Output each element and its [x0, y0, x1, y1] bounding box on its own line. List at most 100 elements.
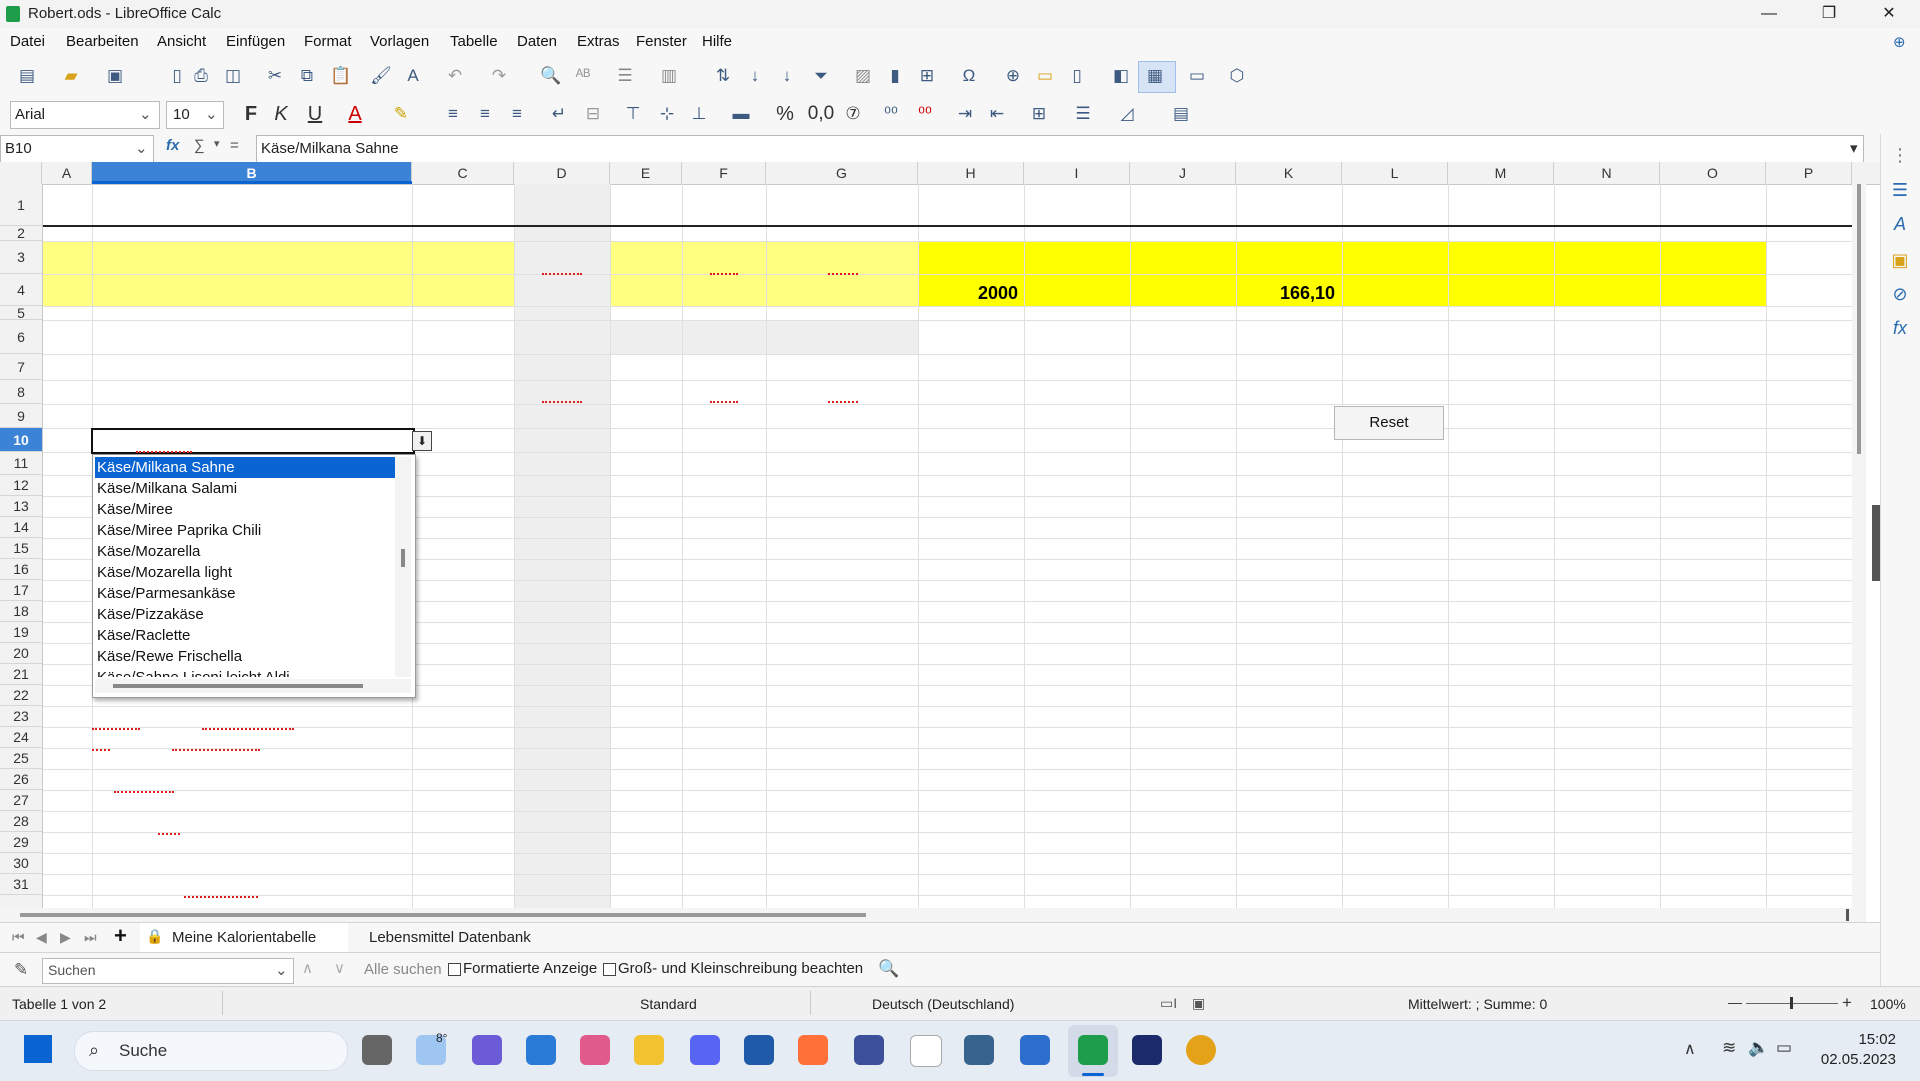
validity-dropdown-arrow-icon[interactable]: ⬇ — [412, 431, 432, 451]
find-input[interactable]: Suchen ⌄ — [42, 958, 294, 984]
clone-format-icon[interactable]: 🖌 — [370, 65, 392, 87]
menu-hilfe[interactable]: Hilfe — [702, 33, 732, 50]
column-header[interactable]: P — [1766, 162, 1852, 184]
clock-date[interactable]: 02.05.2023 — [1818, 1051, 1896, 1068]
dropdown-item[interactable]: Käse/Milkana Salami — [95, 478, 395, 499]
expand-formula-icon[interactable]: ▾ — [1850, 139, 1858, 157]
add-decimal-icon[interactable]: ⁰⁰ — [880, 103, 902, 125]
menu-daten[interactable]: Daten — [517, 33, 557, 50]
decrease-indent-icon[interactable]: ⇤ — [986, 103, 1008, 125]
spellcheck-icon[interactable]: ᴬᴮ — [572, 65, 594, 87]
scroll-thumb[interactable] — [1857, 184, 1861, 454]
taskbar-search[interactable]: ⌕ Suche — [74, 1031, 348, 1071]
italic-button[interactable]: K — [270, 103, 292, 125]
split-window-icon[interactable]: ▭ — [1186, 65, 1208, 87]
border-style-icon[interactable]: ☰ — [1072, 103, 1094, 125]
cut-icon[interactable]: ✂ — [264, 65, 286, 87]
date-format-icon[interactable]: ⑦ — [842, 103, 864, 125]
row-header[interactable]: 1 — [0, 184, 42, 226]
row-header[interactable]: 12 — [0, 475, 42, 496]
row-header[interactable]: 23 — [0, 706, 42, 727]
header-footer-icon[interactable]: ▯ — [1066, 65, 1088, 87]
align-middle-icon[interactable]: ⊹ — [656, 103, 678, 125]
styles-icon[interactable]: A — [1886, 214, 1914, 240]
next-sheet-icon[interactable]: ▶ — [60, 929, 71, 946]
chrome-icon[interactable] — [1186, 1035, 1216, 1065]
paste-icon[interactable]: 📋 — [330, 65, 352, 87]
row-header[interactable]: 6 — [0, 320, 42, 354]
copy-icon[interactable]: ⧉ — [296, 65, 318, 87]
merge-cells-icon[interactable]: ⊟ — [582, 103, 604, 125]
pivot-table-icon[interactable]: ⊞ — [916, 65, 938, 87]
cell-k4[interactable]: 166,10 — [1280, 283, 1335, 304]
highlight-color-icon[interactable]: ✎ — [390, 103, 412, 125]
chevron-up-icon[interactable]: ∧ — [1684, 1039, 1696, 1059]
find-replace-icon[interactable]: 🔍 — [878, 959, 899, 979]
number-format-button[interactable]: 0,0 — [806, 103, 836, 125]
align-left-icon[interactable]: ≡ — [442, 103, 464, 125]
row-header[interactable]: 26 — [0, 769, 42, 790]
row-header[interactable]: 27 — [0, 790, 42, 811]
column-icon[interactable]: ▥ — [658, 65, 680, 87]
column-header[interactable]: F — [682, 162, 766, 184]
selection-mode-icon[interactable]: ▭I — [1160, 995, 1177, 1012]
zoom-slider-thumb[interactable] — [1790, 997, 1793, 1009]
menu-format[interactable]: Format — [304, 33, 352, 50]
dropdown-horizontal-scrollbar[interactable] — [95, 679, 411, 693]
sort-descending-icon[interactable]: ↓ — [776, 65, 798, 87]
zoom-in-button[interactable]: + — [1842, 993, 1852, 1013]
file-explorer-icon[interactable] — [634, 1035, 664, 1065]
row-header[interactable]: 7 — [0, 354, 42, 380]
gallery-icon[interactable]: ▣ — [1886, 250, 1914, 276]
zoom-level[interactable]: 100% — [1870, 996, 1906, 1012]
row-header[interactable]: 19 — [0, 622, 42, 643]
dropdown-item[interactable]: Käse/Parmesankäse — [95, 583, 395, 604]
formula-button[interactable]: = — [230, 137, 239, 154]
special-character-icon[interactable]: Ω — [958, 65, 980, 87]
app-icon[interactable] — [854, 1035, 884, 1065]
font-name-box[interactable]: Arial ⌄ — [10, 101, 160, 129]
windows-start-icon[interactable] — [24, 1035, 52, 1063]
functions-icon[interactable]: fx — [1886, 318, 1914, 344]
scrollbar-split-handle[interactable] — [1846, 909, 1849, 921]
sum-button[interactable]: ∑ — [194, 137, 205, 154]
find-all-button[interactable]: Alle suchen — [364, 961, 442, 978]
formatted-display-checkbox[interactable] — [448, 963, 461, 976]
wifi-icon[interactable]: ≋ — [1722, 1038, 1736, 1058]
vertical-scrollbar[interactable] — [1852, 184, 1866, 908]
formula-input[interactable]: Käse/Milkana Sahne — [256, 135, 1864, 163]
column-header[interactable]: N — [1554, 162, 1660, 184]
column-header[interactable]: L — [1342, 162, 1448, 184]
remove-decimal-icon[interactable]: ⁰⁰ — [914, 103, 936, 125]
column-header[interactable]: A — [42, 162, 92, 184]
dropdown-item[interactable]: Käse/Raclette — [95, 625, 395, 646]
column-header[interactable]: J — [1130, 162, 1236, 184]
match-case-checkbox[interactable] — [603, 963, 616, 976]
dropdown-item[interactable]: Käse/Miree — [95, 499, 395, 520]
column-header[interactable]: G — [766, 162, 918, 184]
dropdown-item-selected[interactable]: Käse/Milkana Sahne — [95, 457, 395, 478]
currency-format-icon[interactable]: ▬ — [730, 103, 752, 125]
properties-icon[interactable]: ☰ — [1886, 180, 1914, 206]
zoom-out-button[interactable]: — — [1728, 994, 1742, 1010]
row-header[interactable]: 30 — [0, 853, 42, 874]
row-header[interactable]: 17 — [0, 580, 42, 601]
save-icon[interactable]: ▣ — [104, 65, 126, 87]
row-header-selected[interactable]: 10 — [0, 428, 42, 452]
export-pdf-icon[interactable]: ▯ — [166, 65, 188, 87]
page-style[interactable]: Standard — [640, 996, 697, 1012]
horizontal-scrollbar[interactable] — [0, 908, 1866, 922]
dropdown-item[interactable]: Käse/Miree Paprika Chili — [95, 520, 395, 541]
cell-h4[interactable]: 2000 — [978, 283, 1018, 304]
sort-icon[interactable]: ⇅ — [712, 65, 734, 87]
border-color-icon[interactable]: ◿ — [1116, 103, 1138, 125]
row-header[interactable]: 5 — [0, 306, 42, 320]
insert-chart-icon[interactable]: ▮ — [884, 65, 906, 87]
row-header[interactable]: 22 — [0, 685, 42, 706]
discord-icon[interactable] — [690, 1035, 720, 1065]
align-bottom-icon[interactable]: ⊥ — [688, 103, 710, 125]
borders-icon[interactable]: ⊞ — [1028, 103, 1050, 125]
clock-time[interactable]: 15:02 — [1838, 1031, 1896, 1048]
last-sheet-icon[interactable]: ⏭ — [84, 929, 97, 946]
minimize-button[interactable]: — — [1746, 0, 1792, 28]
